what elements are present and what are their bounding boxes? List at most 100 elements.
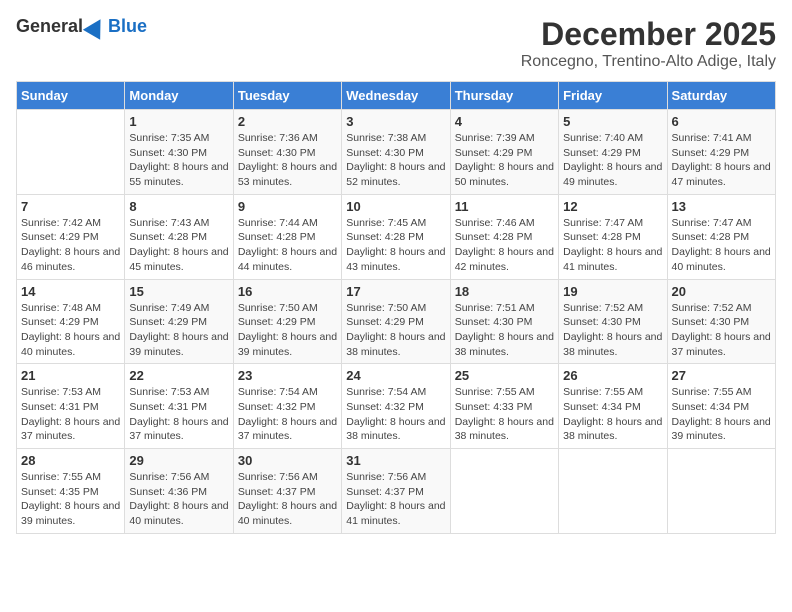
day-number: 21 <box>21 368 120 383</box>
day-info: Sunrise: 7:44 AM Sunset: 4:28 PM Dayligh… <box>238 216 337 275</box>
day-info: Sunrise: 7:53 AM Sunset: 4:31 PM Dayligh… <box>129 385 228 444</box>
day-info: Sunrise: 7:54 AM Sunset: 4:32 PM Dayligh… <box>238 385 337 444</box>
day-info: Sunrise: 7:51 AM Sunset: 4:30 PM Dayligh… <box>455 301 554 360</box>
day-cell: 6 Sunrise: 7:41 AM Sunset: 4:29 PM Dayli… <box>667 110 775 195</box>
day-cell: 27 Sunrise: 7:55 AM Sunset: 4:34 PM Dayl… <box>667 364 775 449</box>
day-number: 19 <box>563 284 662 299</box>
week-row-3: 14 Sunrise: 7:48 AM Sunset: 4:29 PM Dayl… <box>17 279 776 364</box>
day-info: Sunrise: 7:41 AM Sunset: 4:29 PM Dayligh… <box>672 131 771 190</box>
day-number: 28 <box>21 453 120 468</box>
day-number: 25 <box>455 368 554 383</box>
day-info: Sunrise: 7:52 AM Sunset: 4:30 PM Dayligh… <box>563 301 662 360</box>
day-cell: 26 Sunrise: 7:55 AM Sunset: 4:34 PM Dayl… <box>559 364 667 449</box>
day-info: Sunrise: 7:53 AM Sunset: 4:31 PM Dayligh… <box>21 385 120 444</box>
day-info: Sunrise: 7:42 AM Sunset: 4:29 PM Dayligh… <box>21 216 120 275</box>
day-cell: 1 Sunrise: 7:35 AM Sunset: 4:30 PM Dayli… <box>125 110 233 195</box>
week-row-5: 28 Sunrise: 7:55 AM Sunset: 4:35 PM Dayl… <box>17 449 776 534</box>
day-info: Sunrise: 7:52 AM Sunset: 4:30 PM Dayligh… <box>672 301 771 360</box>
day-number: 16 <box>238 284 337 299</box>
day-info: Sunrise: 7:55 AM Sunset: 4:35 PM Dayligh… <box>21 470 120 529</box>
day-cell: 11 Sunrise: 7:46 AM Sunset: 4:28 PM Dayl… <box>450 194 558 279</box>
day-number: 24 <box>346 368 445 383</box>
day-cell: 20 Sunrise: 7:52 AM Sunset: 4:30 PM Dayl… <box>667 279 775 364</box>
day-number: 26 <box>563 368 662 383</box>
title-block: December 2025 Roncegno, Trentino-Alto Ad… <box>521 16 776 71</box>
day-info: Sunrise: 7:49 AM Sunset: 4:29 PM Dayligh… <box>129 301 228 360</box>
logo: General Blue <box>16 16 147 37</box>
week-row-4: 21 Sunrise: 7:53 AM Sunset: 4:31 PM Dayl… <box>17 364 776 449</box>
day-cell: 10 Sunrise: 7:45 AM Sunset: 4:28 PM Dayl… <box>342 194 450 279</box>
day-cell: 9 Sunrise: 7:44 AM Sunset: 4:28 PM Dayli… <box>233 194 341 279</box>
column-header-thursday: Thursday <box>450 82 558 110</box>
column-header-wednesday: Wednesday <box>342 82 450 110</box>
day-number: 7 <box>21 199 120 214</box>
day-number: 12 <box>563 199 662 214</box>
day-cell: 29 Sunrise: 7:56 AM Sunset: 4:36 PM Dayl… <box>125 449 233 534</box>
day-number: 23 <box>238 368 337 383</box>
day-info: Sunrise: 7:50 AM Sunset: 4:29 PM Dayligh… <box>346 301 445 360</box>
day-info: Sunrise: 7:36 AM Sunset: 4:30 PM Dayligh… <box>238 131 337 190</box>
day-number: 10 <box>346 199 445 214</box>
day-cell: 18 Sunrise: 7:51 AM Sunset: 4:30 PM Dayl… <box>450 279 558 364</box>
day-number: 29 <box>129 453 228 468</box>
day-cell <box>667 449 775 534</box>
day-info: Sunrise: 7:55 AM Sunset: 4:34 PM Dayligh… <box>563 385 662 444</box>
calendar-table: SundayMondayTuesdayWednesdayThursdayFrid… <box>16 81 776 534</box>
week-row-2: 7 Sunrise: 7:42 AM Sunset: 4:29 PM Dayli… <box>17 194 776 279</box>
day-number: 14 <box>21 284 120 299</box>
page-header: General Blue December 2025 Roncegno, Tre… <box>16 16 776 71</box>
day-cell: 17 Sunrise: 7:50 AM Sunset: 4:29 PM Dayl… <box>342 279 450 364</box>
day-number: 15 <box>129 284 228 299</box>
day-cell <box>450 449 558 534</box>
day-cell: 16 Sunrise: 7:50 AM Sunset: 4:29 PM Dayl… <box>233 279 341 364</box>
day-cell: 2 Sunrise: 7:36 AM Sunset: 4:30 PM Dayli… <box>233 110 341 195</box>
day-info: Sunrise: 7:45 AM Sunset: 4:28 PM Dayligh… <box>346 216 445 275</box>
day-number: 17 <box>346 284 445 299</box>
day-info: Sunrise: 7:43 AM Sunset: 4:28 PM Dayligh… <box>129 216 228 275</box>
day-cell: 31 Sunrise: 7:56 AM Sunset: 4:37 PM Dayl… <box>342 449 450 534</box>
header-row: SundayMondayTuesdayWednesdayThursdayFrid… <box>17 82 776 110</box>
day-cell: 12 Sunrise: 7:47 AM Sunset: 4:28 PM Dayl… <box>559 194 667 279</box>
day-number: 31 <box>346 453 445 468</box>
day-cell: 4 Sunrise: 7:39 AM Sunset: 4:29 PM Dayli… <box>450 110 558 195</box>
page-title: December 2025 <box>521 16 776 53</box>
day-info: Sunrise: 7:56 AM Sunset: 4:37 PM Dayligh… <box>346 470 445 529</box>
column-header-friday: Friday <box>559 82 667 110</box>
day-cell: 25 Sunrise: 7:55 AM Sunset: 4:33 PM Dayl… <box>450 364 558 449</box>
day-cell: 19 Sunrise: 7:52 AM Sunset: 4:30 PM Dayl… <box>559 279 667 364</box>
logo-general-text: General <box>16 16 83 37</box>
day-info: Sunrise: 7:40 AM Sunset: 4:29 PM Dayligh… <box>563 131 662 190</box>
day-cell: 8 Sunrise: 7:43 AM Sunset: 4:28 PM Dayli… <box>125 194 233 279</box>
day-number: 11 <box>455 199 554 214</box>
day-info: Sunrise: 7:50 AM Sunset: 4:29 PM Dayligh… <box>238 301 337 360</box>
column-header-sunday: Sunday <box>17 82 125 110</box>
day-number: 30 <box>238 453 337 468</box>
day-info: Sunrise: 7:48 AM Sunset: 4:29 PM Dayligh… <box>21 301 120 360</box>
column-header-tuesday: Tuesday <box>233 82 341 110</box>
day-number: 27 <box>672 368 771 383</box>
day-info: Sunrise: 7:39 AM Sunset: 4:29 PM Dayligh… <box>455 131 554 190</box>
day-info: Sunrise: 7:54 AM Sunset: 4:32 PM Dayligh… <box>346 385 445 444</box>
day-cell: 30 Sunrise: 7:56 AM Sunset: 4:37 PM Dayl… <box>233 449 341 534</box>
day-number: 9 <box>238 199 337 214</box>
day-info: Sunrise: 7:47 AM Sunset: 4:28 PM Dayligh… <box>563 216 662 275</box>
day-cell: 28 Sunrise: 7:55 AM Sunset: 4:35 PM Dayl… <box>17 449 125 534</box>
day-number: 20 <box>672 284 771 299</box>
day-info: Sunrise: 7:47 AM Sunset: 4:28 PM Dayligh… <box>672 216 771 275</box>
page-subtitle: Roncegno, Trentino-Alto Adige, Italy <box>521 53 776 71</box>
day-number: 6 <box>672 114 771 129</box>
day-info: Sunrise: 7:35 AM Sunset: 4:30 PM Dayligh… <box>129 131 228 190</box>
day-number: 1 <box>129 114 228 129</box>
day-cell: 5 Sunrise: 7:40 AM Sunset: 4:29 PM Dayli… <box>559 110 667 195</box>
day-cell: 15 Sunrise: 7:49 AM Sunset: 4:29 PM Dayl… <box>125 279 233 364</box>
column-header-saturday: Saturday <box>667 82 775 110</box>
logo-triangle-icon <box>83 14 109 40</box>
day-info: Sunrise: 7:55 AM Sunset: 4:34 PM Dayligh… <box>672 385 771 444</box>
day-cell: 7 Sunrise: 7:42 AM Sunset: 4:29 PM Dayli… <box>17 194 125 279</box>
day-cell: 23 Sunrise: 7:54 AM Sunset: 4:32 PM Dayl… <box>233 364 341 449</box>
day-info: Sunrise: 7:56 AM Sunset: 4:36 PM Dayligh… <box>129 470 228 529</box>
day-info: Sunrise: 7:38 AM Sunset: 4:30 PM Dayligh… <box>346 131 445 190</box>
day-number: 22 <box>129 368 228 383</box>
day-cell <box>559 449 667 534</box>
day-number: 5 <box>563 114 662 129</box>
